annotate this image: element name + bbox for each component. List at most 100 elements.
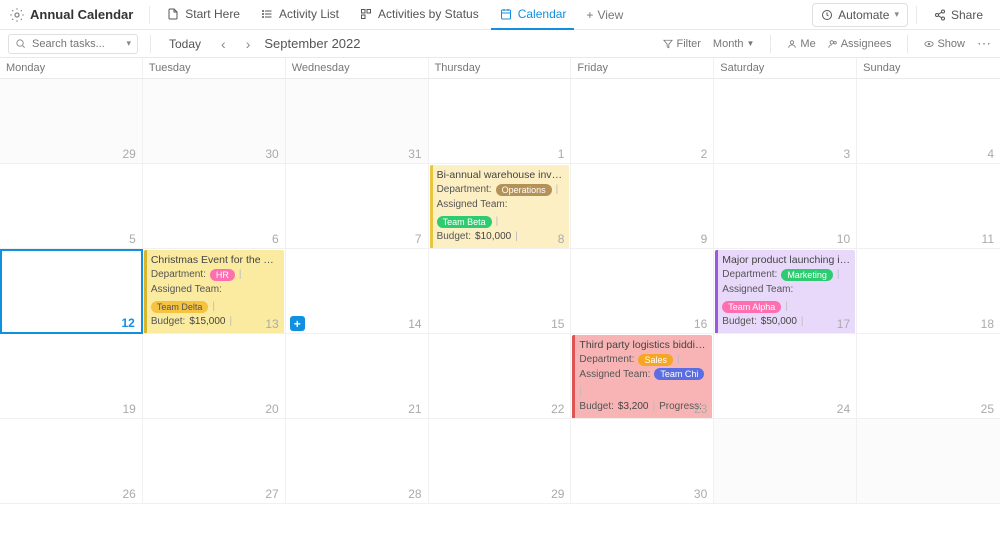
calendar-cell[interactable]: Christmas Event for the Team MemberDepar… (143, 249, 286, 334)
day-head: Friday (571, 58, 714, 78)
calendar-event[interactable]: Christmas Event for the Team MemberDepar… (144, 250, 284, 334)
calendar-cell[interactable]: +18 (857, 249, 1000, 334)
add-task-button[interactable]: + (290, 316, 305, 331)
more-menu[interactable]: ⋯ (977, 35, 992, 52)
day-number: 3 (843, 147, 850, 161)
department-pill: Marketing (781, 269, 833, 281)
calendar-cell[interactable]: +12 (0, 249, 143, 334)
sparkle-icon (821, 9, 833, 21)
assignees-label: Assignees (841, 38, 892, 50)
calendar-cell[interactable]: +21 (286, 334, 429, 419)
event-budget-label: Budget: (722, 315, 756, 329)
event-budget: $15,000 (189, 315, 225, 329)
event-title: Major product launching in New York C (722, 253, 850, 267)
calendar-cell[interactable]: +26 (0, 419, 143, 504)
plus-icon: + (586, 8, 593, 22)
assignees-button[interactable]: Assignees (828, 38, 892, 50)
tab-activities-by-status[interactable]: Activities by Status (351, 0, 487, 30)
calendar-cell[interactable]: +6 (143, 164, 286, 249)
day-head: Saturday (714, 58, 857, 78)
day-number: 9 (701, 232, 708, 246)
tab-label: Activities by Status (378, 7, 479, 21)
calendar-cell[interactable]: +29 (0, 79, 143, 164)
list-icon (260, 7, 274, 21)
calendar-cell[interactable]: +1 (429, 79, 572, 164)
calendar-cell[interactable]: +15 (429, 249, 572, 334)
separator (916, 6, 917, 24)
zoom-selector[interactable]: Month ▼ (713, 38, 755, 50)
calendar-cell[interactable]: +30 (143, 79, 286, 164)
calendar-cell[interactable]: Bi-annual warehouse inventory for spaDep… (429, 164, 572, 249)
event-budget: $50,000 (761, 315, 797, 329)
next-button[interactable]: › (240, 36, 257, 52)
automate-button[interactable]: Automate ▾ (812, 3, 908, 27)
tab-start-here[interactable]: Start Here (158, 0, 248, 30)
prev-button[interactable]: ‹ (215, 36, 232, 52)
me-button[interactable]: Me (787, 38, 815, 50)
search-box[interactable]: ▾ (8, 34, 138, 54)
add-view-button[interactable]: + View (578, 0, 631, 30)
today-button[interactable]: Today (163, 37, 207, 51)
event-dept-label: Department: (579, 353, 634, 367)
calendar-event[interactable]: Third party logistics bidding activityDe… (572, 335, 712, 419)
calendar-cell[interactable]: +5 (0, 164, 143, 249)
search-input[interactable] (32, 38, 120, 50)
calendar-cell[interactable]: +10 (714, 164, 857, 249)
calendar-cell[interactable]: +31 (286, 79, 429, 164)
share-button[interactable]: Share (925, 3, 992, 27)
calendar-cell[interactable]: +19 (0, 334, 143, 419)
calendar-cell[interactable]: +24 (714, 334, 857, 419)
calendar-cell[interactable]: Third party logistics bidding activityDe… (571, 334, 714, 419)
day-number: 27 (265, 487, 278, 501)
day-head: Sunday (857, 58, 1000, 78)
board-icon (359, 7, 373, 21)
day-number: 24 (837, 402, 850, 416)
calendar-cell[interactable]: +25 (857, 334, 1000, 419)
calendar-cell[interactable]: +29 (429, 419, 572, 504)
day-number: 19 (122, 402, 135, 416)
period-label: September 2022 (264, 36, 360, 51)
day-number: 31 (408, 147, 421, 161)
day-number: 10 (837, 232, 850, 246)
calendar-cell[interactable]: +11 (857, 164, 1000, 249)
day-number: 6 (272, 232, 279, 246)
calendar-cell[interactable]: +4 (857, 79, 1000, 164)
calendar-cell[interactable]: + (714, 419, 857, 504)
zoom-label: Month (713, 38, 744, 50)
day-head: Monday (0, 58, 143, 78)
calendar-cell[interactable]: +2 (571, 79, 714, 164)
calendar-cell[interactable]: +20 (143, 334, 286, 419)
chevron-down-icon[interactable]: ▾ (126, 38, 131, 49)
calendar-cell[interactable]: +9 (571, 164, 714, 249)
calendar-cell[interactable]: +28 (286, 419, 429, 504)
event-budget: $10,000 (475, 230, 511, 244)
day-head: Thursday (429, 58, 572, 78)
calendar-cell[interactable]: +14 (286, 249, 429, 334)
day-number: 26 (122, 487, 135, 501)
calendar-cell[interactable]: +22 (429, 334, 572, 419)
show-button[interactable]: Show (924, 38, 965, 50)
calendar-day-header: Monday Tuesday Wednesday Thursday Friday… (0, 58, 1000, 79)
day-number: 12 (121, 316, 134, 330)
tab-calendar[interactable]: Calendar (491, 0, 575, 30)
app-title: Annual Calendar (30, 7, 133, 22)
separator (907, 35, 908, 53)
calendar-cell[interactable]: +7 (286, 164, 429, 249)
calendar-cell[interactable]: +27 (143, 419, 286, 504)
filter-button[interactable]: Filter (663, 38, 700, 50)
tab-activity-list[interactable]: Activity List (252, 0, 347, 30)
tab-label: Activity List (279, 7, 339, 21)
day-number: 28 (408, 487, 421, 501)
calendar-event[interactable]: Major product launching in New York CDep… (715, 250, 855, 334)
share-label: Share (951, 8, 983, 22)
calendar-cell[interactable]: Major product launching in New York CDep… (714, 249, 857, 334)
day-number: 20 (265, 402, 278, 416)
calendar-cell[interactable]: + (857, 419, 1000, 504)
event-budget-label: Budget: (151, 315, 185, 329)
event-budget-label: Budget: (437, 230, 471, 244)
calendar-cell[interactable]: +3 (714, 79, 857, 164)
calendar-cell[interactable]: +30 (571, 419, 714, 504)
day-number: 1 (558, 147, 565, 161)
calendar-cell[interactable]: +16 (571, 249, 714, 334)
calendar-event[interactable]: Bi-annual warehouse inventory for spaDep… (430, 165, 570, 249)
